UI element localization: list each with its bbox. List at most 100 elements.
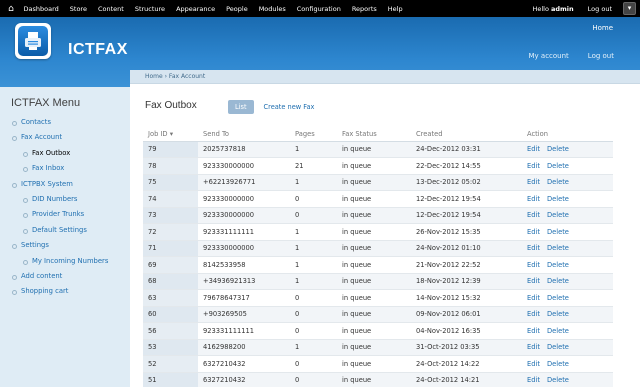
sidebar-item-add-content[interactable]: Add content	[0, 269, 130, 284]
edit-link[interactable]: Edit	[527, 360, 540, 368]
shortcuts-toggle-icon[interactable]: ▾	[623, 2, 636, 15]
sidebar-nav: Contacts Fax Account Fax Outbox Fax Inbox IC…	[0, 115, 130, 300]
table-row: 78 923330000000 21 in queue 22-Dec-2012 14:5…	[143, 157, 613, 175]
cell-actions: Edit Delete	[522, 273, 613, 290]
cell-actions: Edit Delete	[522, 322, 613, 340]
table-row: 72 923331111111 1 in queue 26-Nov-2012 15:35…	[143, 223, 613, 241]
cell-created: 26-Nov-2012 15:35	[411, 223, 522, 241]
sidebar-item-default-settings[interactable]: Default Settings	[0, 223, 130, 238]
sort-desc-icon: ▾	[169, 129, 174, 138]
breadcrumb[interactable]: Home › Fax Account	[130, 70, 640, 84]
toolbar-item-dashboard[interactable]: Dashboard	[18, 5, 64, 13]
edit-link[interactable]: Edit	[527, 310, 540, 318]
delete-link[interactable]: Delete	[547, 228, 569, 236]
toolbar-item-appearance[interactable]: Appearance	[171, 5, 221, 13]
toolbar-item-content[interactable]: Content	[92, 5, 129, 13]
delete-link[interactable]: Delete	[547, 294, 569, 302]
edit-link[interactable]: Edit	[527, 211, 540, 219]
cell-fax-status: in queue	[337, 223, 411, 241]
toolbar-item-structure[interactable]: Structure	[129, 5, 170, 13]
sidebar-item-ictpbx-system[interactable]: ICTPBX System	[0, 177, 130, 192]
cell-pages: 1	[290, 141, 337, 158]
cell-actions: Edit Delete	[522, 141, 613, 158]
table-row: 51 6327210432 0 in queue 24-Oct-2012 14:21 Ed…	[143, 372, 613, 387]
delete-link[interactable]: Delete	[547, 145, 569, 153]
toolbar-item-store[interactable]: Store	[64, 5, 92, 13]
sidebar-item-contacts[interactable]: Contacts	[0, 115, 130, 130]
toolbar-item-reports[interactable]: Reports	[346, 5, 382, 13]
toolbar-item-configuration[interactable]: Configuration	[291, 5, 346, 13]
my-account-link[interactable]: My account	[529, 52, 569, 60]
sidebar-item-fax-account[interactable]: Fax Account	[0, 130, 130, 145]
sidebar-item-fax-inbox[interactable]: Fax Inbox	[0, 161, 130, 176]
cell-pages: 0	[290, 322, 337, 340]
edit-link[interactable]: Edit	[527, 294, 540, 302]
cell-job-id: 68	[143, 273, 198, 290]
sidebar-item-settings[interactable]: Settings	[0, 238, 130, 253]
edit-link[interactable]: Edit	[527, 178, 540, 186]
cell-created: 09-Nov-2012 06:01	[411, 306, 522, 323]
cell-created: 04-Nov-2012 16:35	[411, 322, 522, 340]
fax-logo-icon[interactable]	[15, 23, 51, 59]
delete-link[interactable]: Delete	[547, 162, 569, 170]
delete-link[interactable]: Delete	[547, 178, 569, 186]
delete-link[interactable]: Delete	[547, 277, 569, 285]
cell-created: 12-Dec-2012 19:54	[411, 207, 522, 224]
sidebar-item-did-numbers[interactable]: DID Numbers	[0, 192, 130, 207]
delete-link[interactable]: Delete	[547, 310, 569, 318]
cell-fax-status: in queue	[337, 157, 411, 175]
cell-send-to: 6327210432	[198, 355, 290, 373]
edit-link[interactable]: Edit	[527, 261, 540, 269]
delete-link[interactable]: Delete	[547, 261, 569, 269]
toolbar-item-modules[interactable]: Modules	[253, 5, 291, 13]
cell-job-id: 69	[143, 256, 198, 274]
edit-link[interactable]: Edit	[527, 277, 540, 285]
sidebar-item-my-incoming-numbers[interactable]: My Incoming Numbers	[0, 254, 130, 269]
cell-fax-status: in queue	[337, 273, 411, 290]
home-icon[interactable]: ⌂	[4, 4, 18, 14]
cell-actions: Edit Delete	[522, 240, 613, 257]
edit-link[interactable]: Edit	[527, 376, 540, 384]
column-header-send-to[interactable]: Send To	[198, 127, 290, 142]
edit-link[interactable]: Edit	[527, 145, 540, 153]
delete-link[interactable]: Delete	[547, 327, 569, 335]
column-header-job-id[interactable]: Job ID ▾	[143, 127, 198, 142]
delete-link[interactable]: Delete	[547, 244, 569, 252]
column-header-created[interactable]: Created	[411, 127, 522, 142]
cell-job-id: 79	[143, 141, 198, 158]
cell-job-id: 52	[143, 355, 198, 373]
cell-send-to: 8142533958	[198, 256, 290, 274]
site-name[interactable]: ICTFAX	[68, 41, 128, 59]
delete-link[interactable]: Delete	[547, 376, 569, 384]
cell-send-to: 923331111111	[198, 322, 290, 340]
delete-link[interactable]: Delete	[547, 343, 569, 351]
tab-list[interactable]: List	[228, 100, 254, 114]
sidebar-item-fax-outbox[interactable]: Fax Outbox	[0, 146, 130, 161]
edit-link[interactable]: Edit	[527, 343, 540, 351]
column-header-fax-status[interactable]: Fax Status	[337, 127, 411, 142]
cell-actions: Edit Delete	[522, 306, 613, 323]
delete-link[interactable]: Delete	[547, 360, 569, 368]
cell-send-to: 923330000000	[198, 157, 290, 175]
edit-link[interactable]: Edit	[527, 327, 540, 335]
cell-created: 21-Nov-2012 22:52	[411, 256, 522, 274]
edit-link[interactable]: Edit	[527, 162, 540, 170]
sidebar-item-shopping-cart[interactable]: Shopping cart	[0, 284, 130, 299]
edit-link[interactable]: Edit	[527, 228, 540, 236]
delete-link[interactable]: Delete	[547, 211, 569, 219]
edit-link[interactable]: Edit	[527, 244, 540, 252]
table-row: 63 79678647317 0 in queue 14-Nov-2012 15:32 E…	[143, 289, 613, 307]
toolbar-item-help[interactable]: Help	[382, 5, 408, 13]
sidebar-item-provider-trunks[interactable]: Provider Trunks	[0, 207, 130, 222]
delete-link[interactable]: Delete	[547, 195, 569, 203]
secondary-home-link[interactable]: Home	[592, 24, 613, 32]
header-logout-link[interactable]: Log out	[588, 52, 614, 60]
cell-fax-status: in queue	[337, 306, 411, 323]
toolbar-logout-link[interactable]: Log out	[588, 5, 612, 13]
tab-create-new-fax[interactable]: Create new Fax	[264, 103, 315, 111]
column-header-pages[interactable]: Pages	[290, 127, 337, 142]
edit-link[interactable]: Edit	[527, 195, 540, 203]
toolbar-item-people[interactable]: People	[221, 5, 254, 13]
cell-send-to: 79678647317	[198, 289, 290, 307]
table-row: 79 2025737818 1 in queue 24-Dec-2012 03:31 Ed…	[143, 141, 613, 158]
